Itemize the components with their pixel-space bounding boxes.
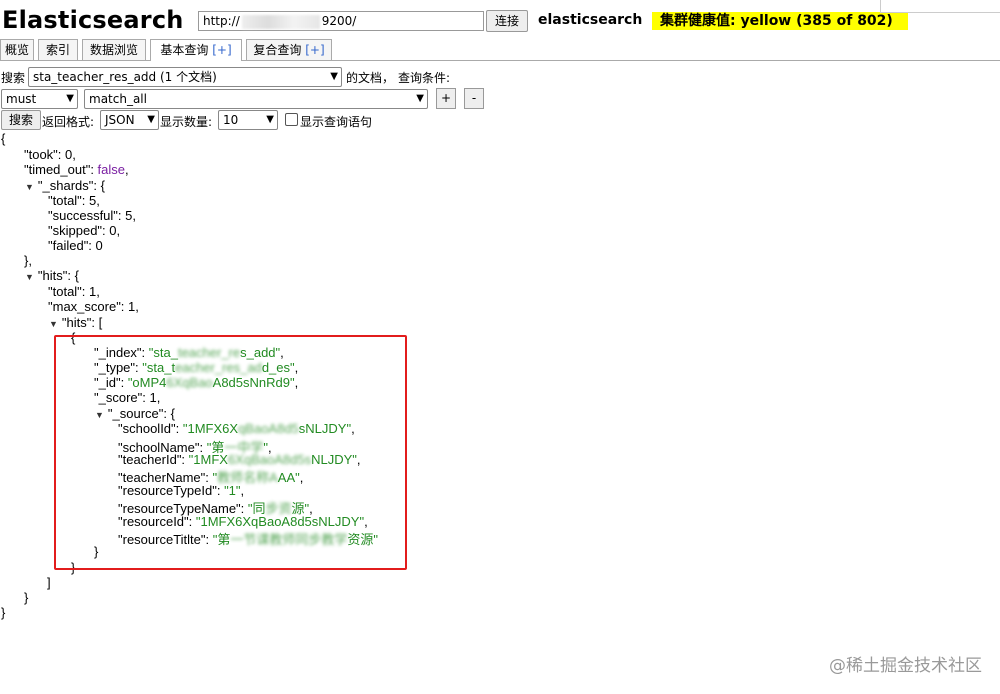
- shards-skipped-value: 0: [109, 223, 117, 238]
- tab-browser[interactable]: 数据浏览: [82, 39, 146, 60]
- json-hits-array: ▼ "hits": [: [49, 315, 103, 330]
- site-watermark: @稀土掘金技术社区: [829, 656, 982, 676]
- app-header: Elasticsearch http:// 9200/ 连接 elasticsea…: [0, 0, 1000, 38]
- json-hits-total: "total": 1,: [48, 284, 100, 299]
- chevron-down-icon: ▼: [66, 93, 74, 104]
- max-score-value: 1: [128, 299, 136, 314]
- tab-basic-query-label: 基本查询: [160, 43, 209, 57]
- json-shards-failed: "failed": 0: [48, 238, 103, 253]
- tab-indices-label: 索引: [45, 43, 70, 57]
- connect-button[interactable]: 连接: [486, 10, 528, 32]
- bool-select[interactable]: must ▼: [1, 89, 78, 109]
- format-select-value: JSON: [105, 113, 135, 127]
- tab-compound-query-plus[interactable]: [+]: [305, 43, 324, 57]
- took-value: 0: [65, 147, 73, 162]
- app-logo: Elasticsearch: [2, 6, 184, 34]
- overlay-popup: [880, 0, 1000, 13]
- collapse-triangle-icon[interactable]: ▼: [25, 272, 34, 282]
- tab-compound-query[interactable]: 复合查询 [+]: [246, 39, 332, 60]
- json-took: "took": 0,: [24, 147, 76, 162]
- tab-browser-label: 数据浏览: [89, 43, 138, 57]
- shards-successful-value: 5: [125, 208, 133, 223]
- chevron-down-icon: ▼: [416, 93, 424, 104]
- chevron-down-icon: ▼: [266, 114, 274, 125]
- json-max-score: "max_score": 1,: [48, 299, 139, 314]
- cluster-name: elasticsearch: [538, 12, 643, 28]
- tab-compound-query-label: 复合查询: [253, 43, 302, 57]
- index-select-value: sta_teacher_res_add (1 个文档): [33, 70, 217, 84]
- docs-label: 的文档，: [346, 71, 395, 85]
- url-prefix: http://: [203, 14, 240, 28]
- chevron-down-icon: ▼: [330, 71, 338, 82]
- index-select[interactable]: sta_teacher_res_add (1 个文档) ▼: [28, 67, 342, 87]
- shards-total-value: 5: [89, 193, 97, 208]
- timed-out-value: false: [97, 162, 126, 177]
- format-label: 返回格式:: [42, 115, 95, 129]
- search-label: 搜索: [1, 71, 26, 85]
- shards-failed-value: 0: [95, 238, 103, 253]
- chevron-down-icon: ▼: [147, 114, 155, 125]
- tab-indices[interactable]: 索引: [38, 39, 78, 60]
- nav-tabs: 概览 索引 数据浏览 基本查询 [+] 复合查询 [+]: [0, 38, 1000, 61]
- tab-overview-label: 概览: [4, 43, 29, 57]
- count-select-value: 10: [223, 113, 239, 127]
- conditions-label: 查询条件:: [398, 71, 451, 85]
- search-button[interactable]: 搜索: [1, 110, 41, 130]
- count-select[interactable]: 10 ▼: [218, 110, 278, 130]
- json-open-brace: {: [1, 131, 6, 146]
- json-hits-array-close: ]: [47, 575, 51, 590]
- tab-overview[interactable]: 概览: [0, 39, 34, 60]
- json-hits: ▼ "hits": {: [25, 268, 79, 283]
- json-shards-close: },: [24, 253, 32, 268]
- format-select[interactable]: JSON ▼: [100, 110, 159, 130]
- add-condition-button[interactable]: +: [436, 88, 456, 109]
- json-shards-total: "total": 5,: [48, 193, 100, 208]
- url-suffix: 9200/: [321, 14, 357, 28]
- json-shards-skipped: "skipped": 0,: [48, 223, 121, 238]
- cluster-health-badge: 集群健康值: yellow (385 of 802): [652, 12, 908, 30]
- cluster-url-input[interactable]: http:// 9200/: [198, 11, 484, 31]
- collapse-triangle-icon[interactable]: ▼: [25, 182, 34, 192]
- json-timed-out: "timed_out": false,: [24, 162, 129, 177]
- json-close-brace: }: [1, 605, 6, 620]
- tab-basic-query-plus[interactable]: [+]: [212, 43, 231, 57]
- json-hits-close: }: [24, 590, 29, 605]
- remove-condition-button[interactable]: -: [464, 88, 484, 109]
- bool-select-value: must: [6, 92, 37, 106]
- count-label: 显示数量:: [160, 115, 213, 129]
- json-shards: ▼ "_shards": {: [25, 178, 105, 193]
- redacted-host: [241, 14, 320, 29]
- tab-basic-query[interactable]: 基本查询 [+]: [150, 39, 242, 61]
- match-select[interactable]: match_all ▼: [84, 89, 428, 109]
- highlight-annotation-box: [54, 335, 407, 570]
- match-select-value: match_all: [89, 92, 147, 106]
- hits-total-value: 1: [89, 284, 97, 299]
- show-query-label: 显示查询语句: [300, 115, 373, 129]
- collapse-triangle-icon[interactable]: ▼: [49, 319, 58, 329]
- json-shards-successful: "successful": 5,: [48, 208, 137, 223]
- show-query-checkbox[interactable]: [285, 113, 298, 126]
